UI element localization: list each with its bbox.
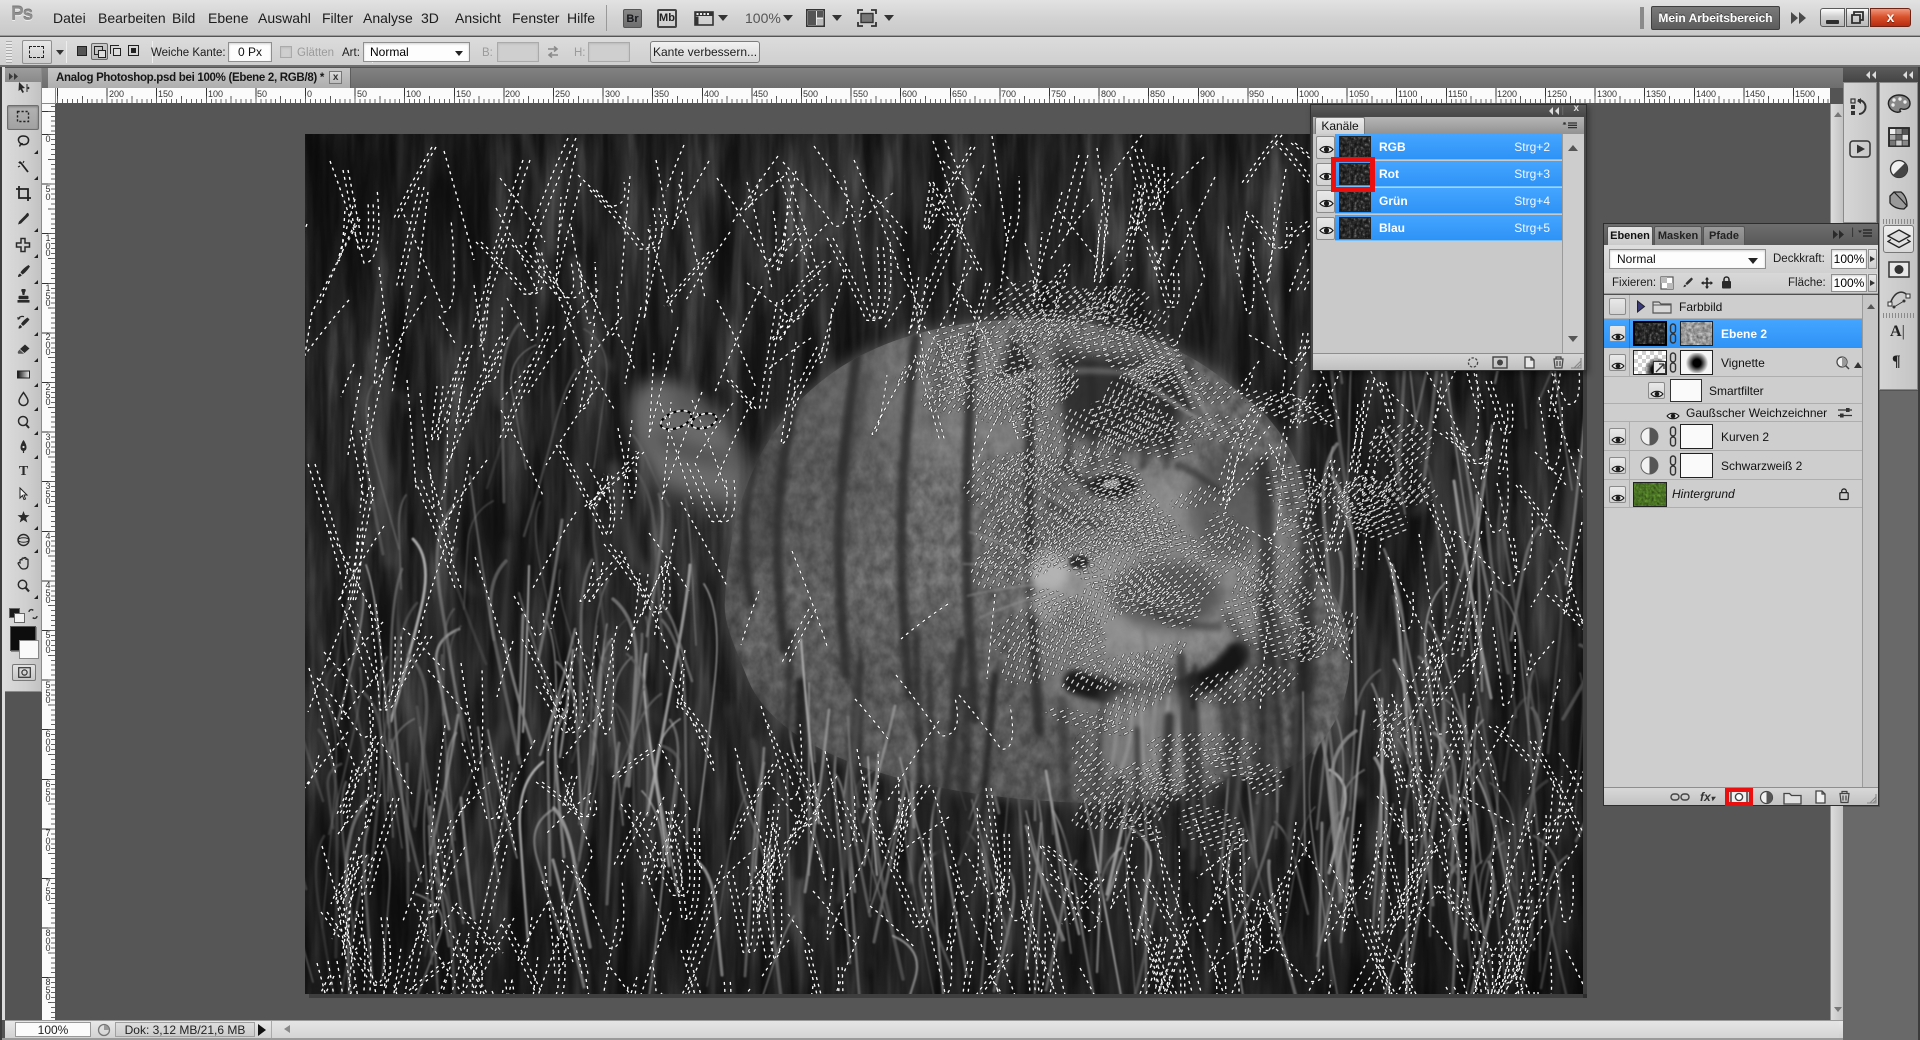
svg-text:T: T — [18, 464, 28, 479]
